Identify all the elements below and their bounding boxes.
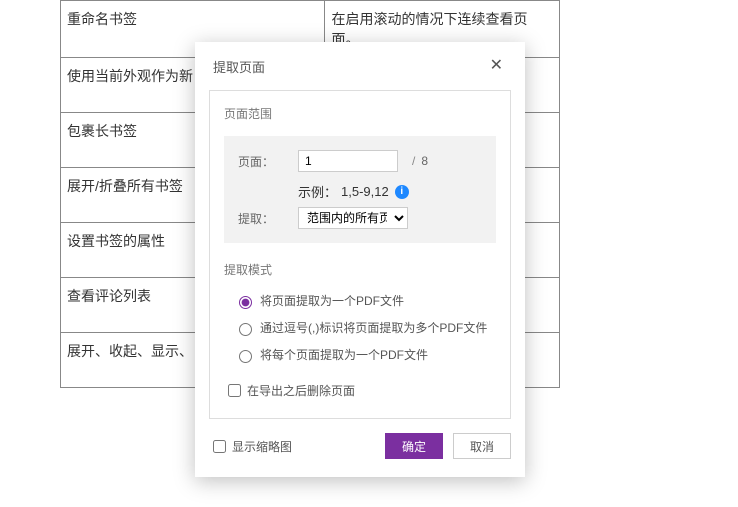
extract-row: 提取： 范围内的所有页面 — [238, 207, 482, 229]
radio-each-page[interactable]: 将每个页面提取为一个PDF文件 — [234, 346, 496, 363]
footer-buttons: 确定 取消 — [385, 433, 511, 459]
radio-comma-split[interactable]: 通过逗号(,)标识将页面提取为多个PDF文件 — [234, 319, 496, 336]
radio-label: 通过逗号(,)标识将页面提取为多个PDF文件 — [260, 319, 487, 336]
delete-after-export-checkbox[interactable] — [228, 384, 241, 397]
checkbox-label: 在导出之后删除页面 — [247, 382, 355, 399]
page-separator: / — [412, 154, 415, 168]
radio-single-pdf-input[interactable] — [239, 296, 252, 309]
extract-mode-group: 将页面提取为一个PDF文件 通过逗号(,)标识将页面提取为多个PDF文件 将每个… — [224, 292, 496, 363]
example-value: 1,5-9,12 — [341, 184, 389, 199]
example-label: 示例： — [298, 182, 337, 201]
extract-pages-dialog: 提取页面 ✕ 页面范围 页面： / 8 示例： 1,5-9,12 i 提取： 范… — [195, 42, 525, 477]
info-icon[interactable]: i — [395, 185, 409, 199]
radio-each-page-input[interactable] — [239, 350, 252, 363]
page-range-box: 页面： / 8 示例： 1,5-9,12 i 提取： 范围内的所有页面 — [224, 136, 496, 243]
dialog-header: 提取页面 ✕ — [195, 42, 525, 90]
page-total: 8 — [421, 154, 428, 168]
delete-after-export[interactable]: 在导出之后删除页面 — [224, 381, 496, 400]
page-label: 页面： — [238, 153, 298, 170]
checkbox-label: 显示缩略图 — [232, 438, 292, 455]
extract-mode-label: 提取模式 — [224, 261, 496, 278]
extract-label: 提取： — [238, 210, 298, 227]
cancel-button[interactable]: 取消 — [453, 433, 511, 459]
page-range-label: 页面范围 — [224, 105, 496, 122]
extract-select[interactable]: 范围内的所有页面 — [298, 207, 408, 229]
radio-label: 将页面提取为一个PDF文件 — [260, 292, 404, 309]
dialog-footer: 显示缩略图 确定 取消 — [195, 433, 525, 477]
ok-button[interactable]: 确定 — [385, 433, 443, 459]
show-thumbnails-checkbox[interactable] — [213, 440, 226, 453]
dialog-title: 提取页面 — [213, 57, 265, 76]
page-input[interactable] — [298, 150, 398, 172]
radio-comma-split-input[interactable] — [239, 323, 252, 336]
page-row: 页面： / 8 — [238, 150, 482, 172]
close-icon[interactable]: ✕ — [486, 56, 507, 76]
radio-label: 将每个页面提取为一个PDF文件 — [260, 346, 428, 363]
dialog-body: 页面范围 页面： / 8 示例： 1,5-9,12 i 提取： 范围内的所有页面… — [209, 90, 511, 419]
show-thumbnails[interactable]: 显示缩略图 — [209, 437, 292, 456]
example-row: 示例： 1,5-9,12 i — [298, 182, 482, 201]
radio-single-pdf[interactable]: 将页面提取为一个PDF文件 — [234, 292, 496, 309]
